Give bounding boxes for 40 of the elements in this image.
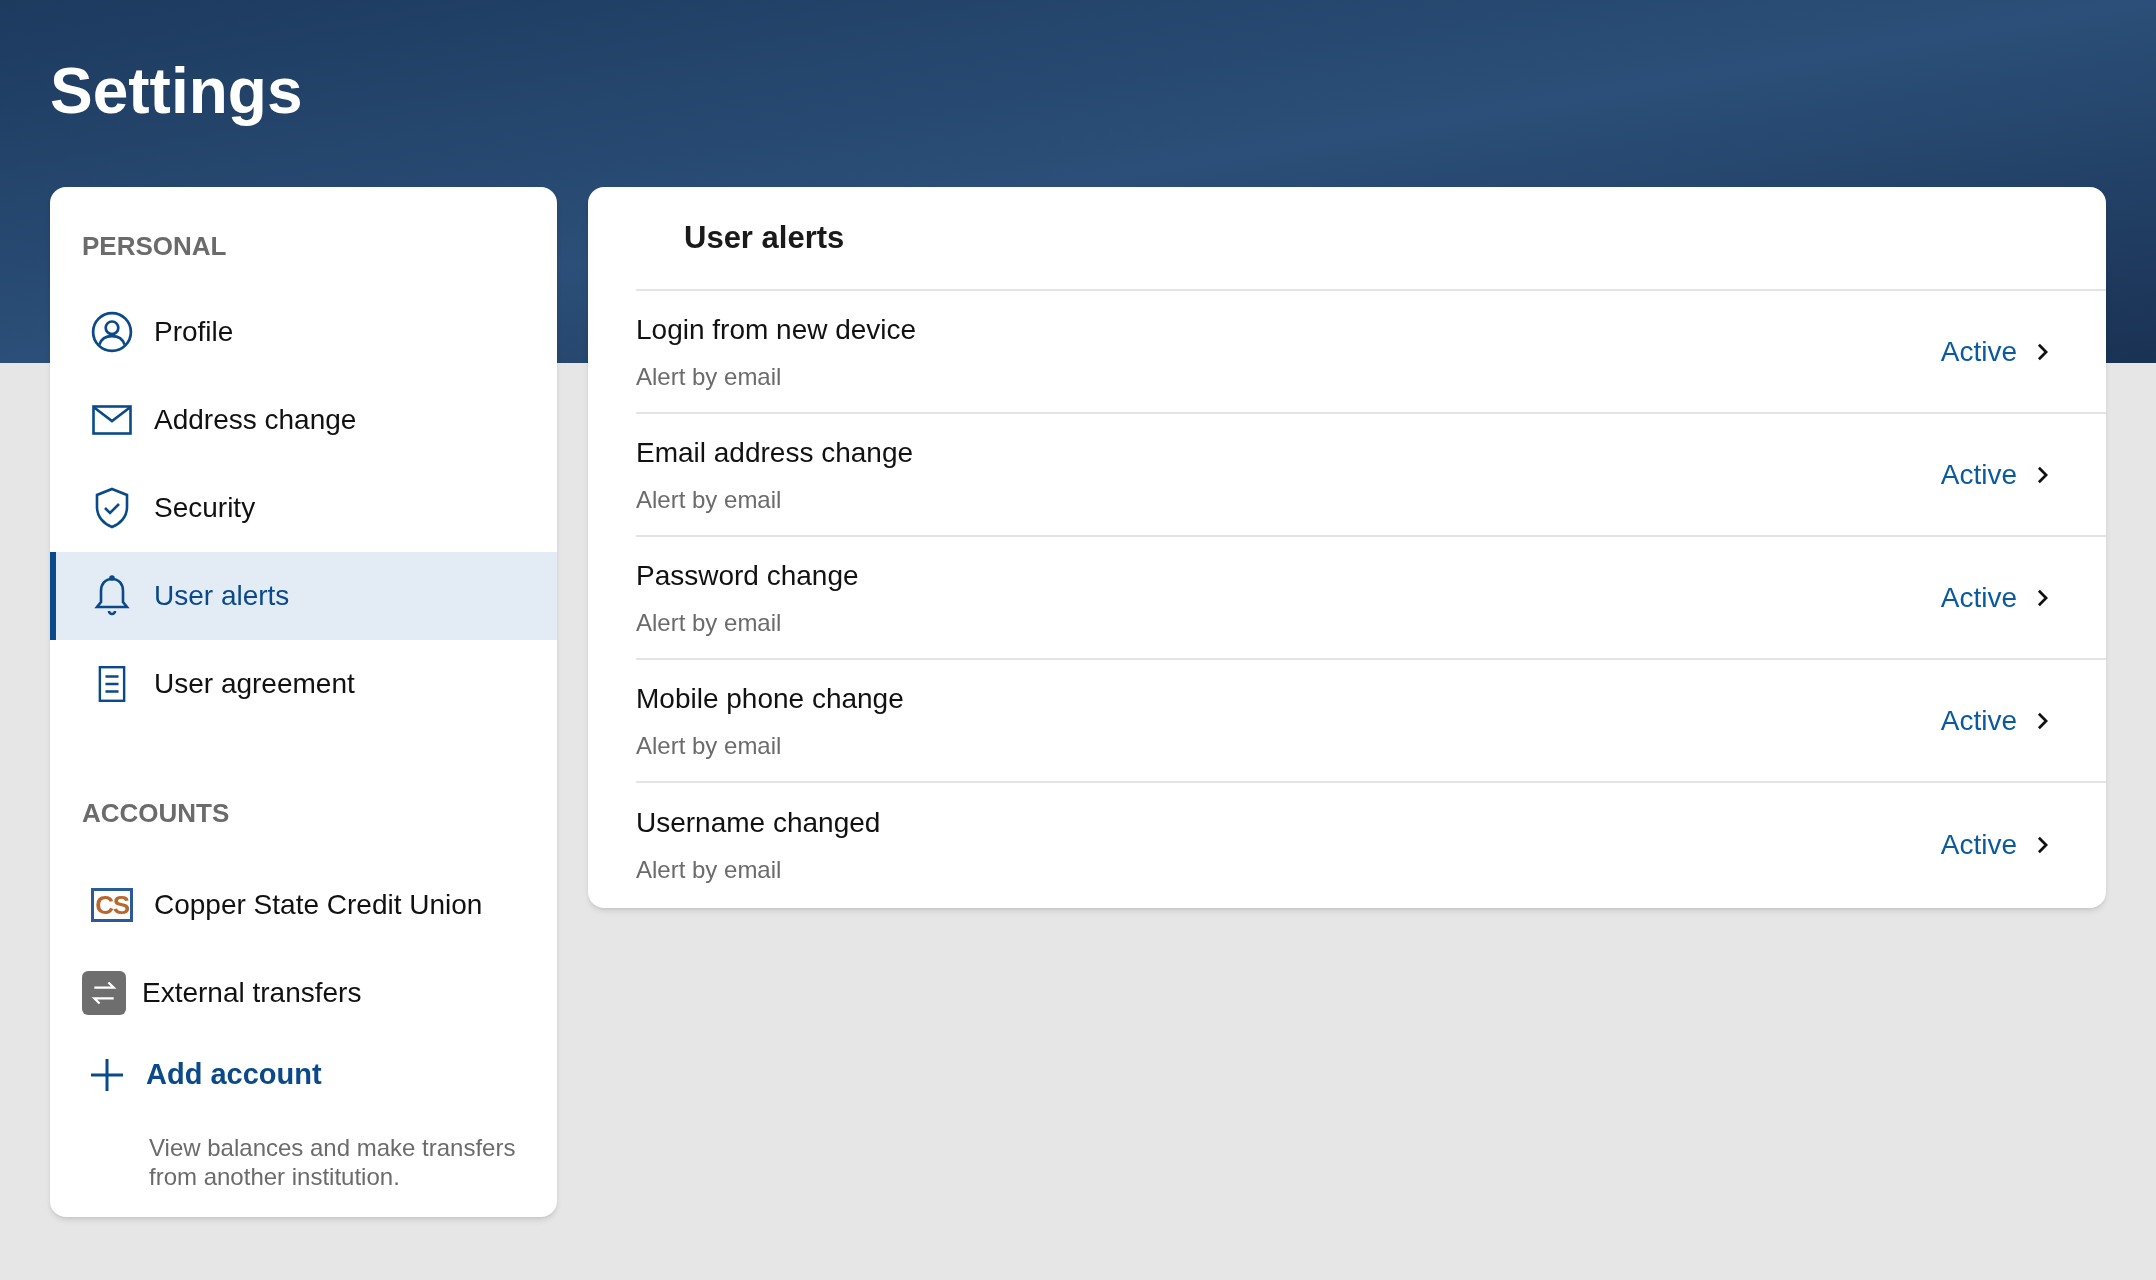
sidebar-item[interactable]: User alerts — [50, 552, 557, 640]
alert-title: Mobile phone change — [636, 681, 905, 716]
sidebar-item[interactable]: External transfers — [50, 949, 557, 1037]
sidebar-item[interactable]: CS Copper State Credit Union — [50, 861, 557, 949]
plus-icon — [90, 1057, 124, 1092]
bell-icon — [94, 575, 130, 617]
person-circle-icon — [91, 311, 133, 353]
alert-status-link[interactable]: Active — [1940, 576, 2048, 619]
section-heading: PERSONAL — [81, 230, 228, 263]
alert-subtitle: Alert by email — [636, 607, 783, 638]
sidebar-item[interactable]: Address change — [50, 376, 557, 464]
alert-subtitle: Alert by email — [636, 854, 783, 885]
chevron-right-icon — [2037, 711, 2048, 730]
alert-title: Password change — [636, 558, 860, 593]
alert-status-link[interactable]: Active — [1940, 699, 2048, 742]
alert-subtitle: Alert by email — [636, 484, 783, 515]
shield-check-icon — [94, 487, 130, 529]
chevron-right-icon — [2037, 342, 2048, 361]
alert-title: Login from new device — [636, 312, 918, 347]
add-account-link[interactable]: Add account — [90, 1047, 322, 1103]
add-account-description: View balances and make transfers from another institution. — [149, 1132, 517, 1191]
document-icon — [98, 665, 126, 703]
sidebar-item[interactable]: User agreement — [50, 640, 557, 728]
section-heading: ACCOUNTS — [81, 797, 231, 830]
alert-status-link[interactable]: Active — [1940, 453, 2048, 496]
alert-status-link[interactable]: Active — [1940, 330, 2048, 373]
alert-title: Username changed — [636, 805, 882, 840]
chevron-right-icon — [2037, 588, 2048, 607]
alert-status-link[interactable]: Active — [1940, 823, 2048, 866]
sidebar-item[interactable]: Security — [50, 464, 557, 552]
sidebar-item[interactable]: Profile — [50, 288, 557, 376]
alert-subtitle: Alert by email — [636, 730, 783, 761]
envelope-icon — [91, 405, 133, 435]
alert-title: Email address change — [636, 435, 915, 470]
credit-union-logo: CS — [91, 888, 133, 922]
chevron-right-icon — [2037, 835, 2048, 854]
chevron-right-icon — [2037, 465, 2048, 484]
card-title: User alerts — [636, 187, 2106, 291]
transfer-arrows-icon — [82, 968, 126, 1018]
alert-subtitle: Alert by email — [636, 361, 783, 392]
